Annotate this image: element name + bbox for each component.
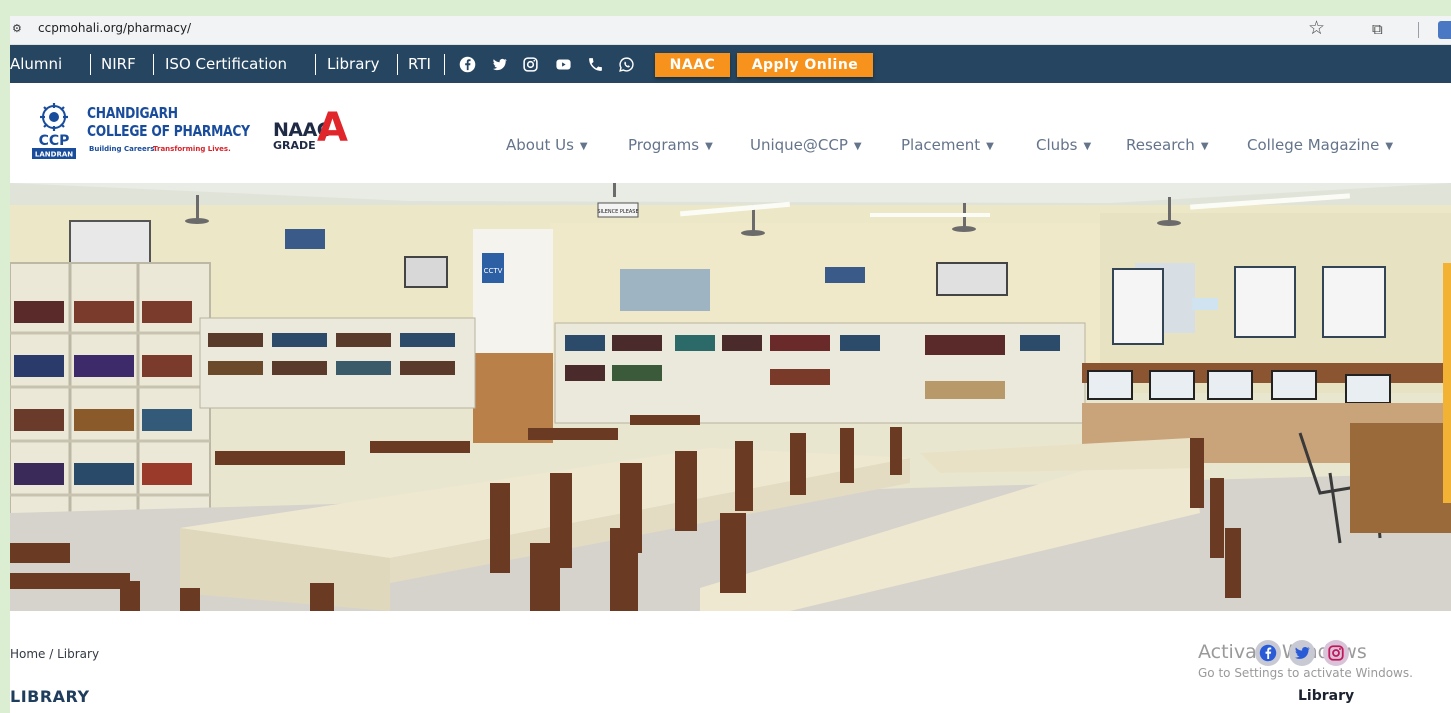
browser-window: ⚙ ccpmohali.org/pharmacy/ ☆ ⧉ Alumni NIR…: [10, 16, 1451, 713]
chevron-down-icon: ▼: [1083, 141, 1092, 152]
facebook-icon[interactable]: [457, 54, 477, 74]
url-text[interactable]: ccpmohali.org/pharmacy/: [38, 21, 191, 35]
instagram-icon[interactable]: [1323, 640, 1349, 666]
whatsapp-icon[interactable]: [616, 54, 636, 74]
instagram-icon[interactable]: [520, 54, 540, 74]
chevron-down-icon: ▼: [1200, 141, 1209, 152]
toplink-alumni[interactable]: Alumni: [10, 55, 62, 73]
nav-unique-ccp[interactable]: Unique@CCP ▼: [750, 136, 862, 154]
chevron-down-icon: ▼: [1385, 141, 1394, 152]
nav-about-us[interactable]: About Us ▼: [506, 136, 588, 154]
hero-library-image: SILENCE PLEASE CCTV: [10, 183, 1451, 611]
site-header: CCP LANDRAN CHANDIGARH COLLEGE OF PHARMA…: [10, 83, 1451, 183]
divider: [315, 54, 316, 75]
twitter-icon[interactable]: [489, 54, 509, 74]
logo-tagline-a: Building Careers.: [89, 145, 158, 153]
nav-clubs[interactable]: Clubs ▼: [1036, 136, 1091, 154]
facebook-icon[interactable]: [1255, 640, 1281, 666]
chevron-down-icon: ▼: [705, 141, 713, 152]
apply-online-button[interactable]: Apply Online: [737, 53, 873, 77]
grade-label: GRADE: [273, 139, 316, 152]
divider: [90, 54, 91, 75]
top-utility-bar: Alumni NIRF ISO Certification Library RT…: [10, 45, 1451, 83]
library-photo: SILENCE PLEASE CCTV: [10, 183, 1451, 611]
chevron-down-icon: ▼: [579, 141, 588, 152]
divider: [397, 54, 398, 75]
naac-button[interactable]: NAAC: [655, 53, 730, 77]
chevron-down-icon: ▼: [986, 141, 994, 152]
logo-tagline-b: Transforming Lives.: [153, 145, 231, 153]
nav-college-magazine[interactable]: College Magazine ▼: [1247, 136, 1393, 154]
toplink-rti[interactable]: RTI: [408, 55, 431, 73]
page-title: LIBRARY: [10, 687, 90, 706]
nav-research[interactable]: Research ▼: [1126, 136, 1209, 154]
windows-activation-subtitle: Go to Settings to activate Windows.: [1198, 666, 1413, 680]
svg-text:LANDRAN: LANDRAN: [35, 151, 73, 159]
phone-icon[interactable]: [585, 54, 605, 74]
twitter-icon[interactable]: [1289, 640, 1315, 666]
toplink-library[interactable]: Library: [327, 55, 379, 73]
extensions-icon[interactable]: ⧉: [1372, 20, 1383, 38]
site-info-icon[interactable]: ⚙: [12, 22, 22, 35]
svg-text:CCTV: CCTV: [484, 267, 503, 275]
profile-icon[interactable]: [1438, 21, 1451, 39]
toplink-nirf[interactable]: NIRF: [101, 55, 136, 73]
logo-line-1: CHANDIGARH: [87, 104, 178, 122]
toolbar-divider: [1418, 22, 1419, 38]
divider: [153, 54, 154, 75]
toplink-iso[interactable]: ISO Certification: [165, 55, 287, 73]
nav-placement[interactable]: Placement ▼: [901, 136, 994, 154]
address-bar[interactable]: ⚙ ccpmohali.org/pharmacy/ ☆ ⧉: [10, 16, 1451, 45]
svg-text:SILENCE PLEASE: SILENCE PLEASE: [597, 209, 638, 215]
nav-programs[interactable]: Programs ▼: [628, 136, 713, 154]
divider: [444, 54, 445, 75]
college-logo[interactable]: CCP LANDRAN CHANDIGARH COLLEGE OF PHARMA…: [32, 103, 348, 161]
chevron-down-icon: ▼: [853, 141, 862, 152]
sidebar-title: Library: [1298, 688, 1355, 704]
naac-grade: A: [317, 105, 348, 151]
ccp-emblem-icon: CCP LANDRAN: [32, 103, 76, 159]
svg-text:CCP: CCP: [39, 133, 70, 149]
logo-line-2: COLLEGE OF PHARMACY: [87, 122, 250, 140]
breadcrumb[interactable]: Home / Library: [10, 647, 99, 661]
youtube-icon[interactable]: [553, 54, 573, 74]
bookmark-star-icon[interactable]: ☆: [1308, 17, 1325, 39]
